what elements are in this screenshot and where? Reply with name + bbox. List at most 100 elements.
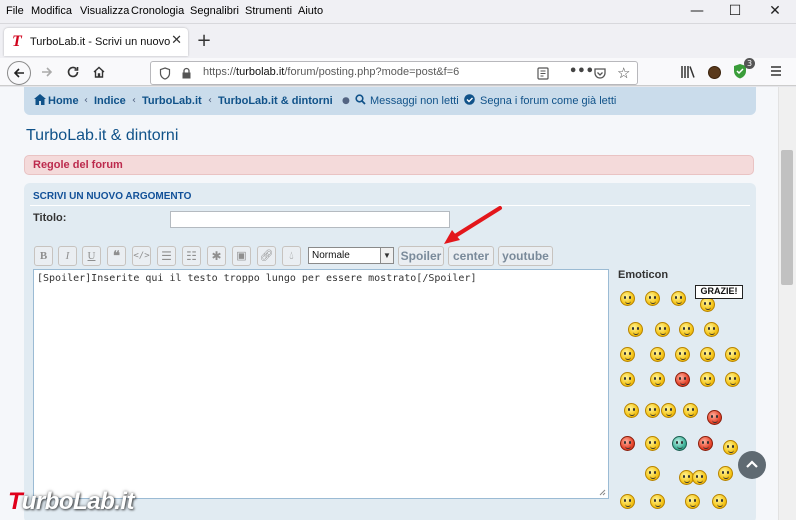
smiley-icon[interactable] xyxy=(700,372,715,387)
page-actions-icon[interactable]: ••• xyxy=(569,64,594,79)
asterisk-icon: ✱ xyxy=(211,249,222,263)
smiley-icon[interactable] xyxy=(645,466,660,481)
grazie-smiley-icon[interactable] xyxy=(700,297,715,312)
menu-aiuto[interactable]: Aiuto xyxy=(298,5,323,17)
breadcrumb-separator: ‹ xyxy=(84,95,88,106)
angry-smiley-icon[interactable] xyxy=(675,372,690,387)
smiley-icon[interactable] xyxy=(725,372,740,387)
menu-strumenti[interactable]: Strumenti xyxy=(245,5,292,17)
url-text[interactable]: https://turbolab.it/forum/posting.php?mo… xyxy=(203,66,459,78)
smiley-icon[interactable] xyxy=(712,494,727,509)
divider xyxy=(30,205,750,206)
grazie-sign: GRAZIE! xyxy=(695,285,743,299)
forward-button[interactable] xyxy=(36,61,58,83)
ordered-list-button[interactable]: ☷ xyxy=(182,246,201,266)
smiley-icon[interactable] xyxy=(645,436,660,451)
smiley-icon[interactable] xyxy=(675,347,690,362)
shield-tracking-icon[interactable] xyxy=(159,67,171,80)
smiley-icon[interactable] xyxy=(620,372,635,387)
turbolab-watermark: TurboLab.it xyxy=(8,488,135,515)
minimize-icon[interactable]: — xyxy=(688,3,706,19)
back-button[interactable] xyxy=(7,61,31,85)
breadcrumb-turbolab[interactable]: TurboLab.it xyxy=(142,95,202,107)
scrollbar-thumb[interactable] xyxy=(781,150,793,285)
reader-view-icon[interactable] xyxy=(537,67,549,80)
image-button[interactable]: ▣ xyxy=(232,246,251,266)
pocket-icon[interactable] xyxy=(593,67,607,80)
underline-button[interactable]: U xyxy=(82,246,101,266)
smiley-icon[interactable] xyxy=(628,322,643,337)
close-window-icon[interactable]: ✕ xyxy=(766,3,784,19)
subject-label: Titolo: xyxy=(33,212,67,224)
smiley-icon[interactable] xyxy=(723,440,738,455)
menu-cronologia[interactable]: Cronologia xyxy=(131,5,184,17)
post-form-heading: SCRIVI UN NUOVO ARGOMENTO xyxy=(33,191,192,202)
smiley-icon[interactable] xyxy=(650,347,665,362)
message-textarea[interactable]: [Spoiler]Inserite qui il testo troppo lu… xyxy=(33,269,609,499)
unread-posts-link[interactable]: Messaggi non letti xyxy=(370,95,459,107)
alien-smiley-icon[interactable] xyxy=(672,436,687,451)
maximize-icon[interactable]: ☐ xyxy=(726,3,744,19)
menu-segnalibri[interactable]: Segnalibri xyxy=(190,5,239,17)
chevron-up-icon xyxy=(746,460,758,468)
smiley-icon[interactable] xyxy=(620,291,635,306)
lock-icon[interactable] xyxy=(181,67,192,80)
home-button[interactable] xyxy=(88,61,110,83)
smiley-icon[interactable] xyxy=(718,466,733,481)
tab-turbolab[interactable]: T TurboLab.it - Scrivi un nuovo a ✕ xyxy=(4,28,188,56)
smiley-icon[interactable] xyxy=(650,494,665,509)
smiley-icon[interactable] xyxy=(685,494,700,509)
smiley-icon[interactable] xyxy=(692,470,707,485)
cookie-extension-icon[interactable] xyxy=(708,66,721,79)
scroll-to-top-button[interactable] xyxy=(738,451,766,479)
smiley-icon[interactable] xyxy=(655,322,670,337)
devil-smiley-icon[interactable] xyxy=(620,436,635,451)
quote-icon: ❝ xyxy=(113,248,120,263)
smiley-icon[interactable] xyxy=(650,372,665,387)
mad-smiley-icon[interactable] xyxy=(698,436,713,451)
smiley-icon[interactable] xyxy=(700,347,715,362)
smiley-icon[interactable] xyxy=(704,322,719,337)
font-size-select[interactable]: Normale ▼ xyxy=(308,247,394,264)
forum-title[interactable]: TurboLab.it & dintorni xyxy=(26,127,178,145)
hamburger-menu-icon[interactable] xyxy=(769,64,783,78)
list-button[interactable]: ☰ xyxy=(157,246,176,266)
smiley-icon[interactable] xyxy=(624,403,639,418)
smiley-icon[interactable] xyxy=(683,403,698,418)
new-tab-button[interactable]: + xyxy=(194,30,214,51)
smiley-icon[interactable] xyxy=(671,291,686,306)
home-icon xyxy=(93,66,105,78)
smiley-icon[interactable] xyxy=(725,347,740,362)
color-button[interactable]: 💧︎ xyxy=(282,246,301,266)
bold-button[interactable]: B xyxy=(34,246,53,266)
mark-forums-read-link[interactable]: Segna i forum come già letti xyxy=(480,95,616,107)
angry-smiley-icon[interactable] xyxy=(707,410,722,425)
breadcrumb-index[interactable]: Indice xyxy=(94,95,126,107)
tab-close-icon[interactable]: ✕ xyxy=(171,33,182,48)
bookmark-star-icon[interactable]: ☆ xyxy=(617,64,630,82)
menu-file[interactable]: File xyxy=(6,5,24,17)
list-item-button[interactable]: ✱ xyxy=(207,246,226,266)
smiley-icon[interactable] xyxy=(645,291,660,306)
quote-button[interactable]: ❝ xyxy=(107,246,126,266)
code-button[interactable]: </> xyxy=(132,246,151,266)
breadcrumb-home[interactable]: Home xyxy=(48,95,79,107)
smiley-icon[interactable] xyxy=(661,403,676,418)
breadcrumb-forum[interactable]: TurboLab.it & dintorni xyxy=(218,95,333,107)
home-icon xyxy=(34,94,46,105)
smiley-icon[interactable] xyxy=(620,347,635,362)
smiley-icon[interactable] xyxy=(620,494,635,509)
library-icon[interactable] xyxy=(680,65,696,79)
link-button[interactable]: 🔗︎ xyxy=(257,246,276,266)
smiley-icon[interactable] xyxy=(645,403,660,418)
resize-handle-icon[interactable] xyxy=(599,489,606,496)
italic-button[interactable]: I xyxy=(58,246,77,266)
menu-modifica[interactable]: Modifica xyxy=(31,5,72,17)
menu-visualizza[interactable]: Visualizza xyxy=(80,5,129,17)
address-bar[interactable]: https://turbolab.it/forum/posting.php?mo… xyxy=(150,61,638,85)
subject-input[interactable] xyxy=(170,211,450,228)
reload-button[interactable] xyxy=(62,61,84,83)
smiley-icon[interactable] xyxy=(679,322,694,337)
code-icon: </> xyxy=(133,251,150,261)
forum-rules-box[interactable]: Regole del forum xyxy=(24,155,754,175)
